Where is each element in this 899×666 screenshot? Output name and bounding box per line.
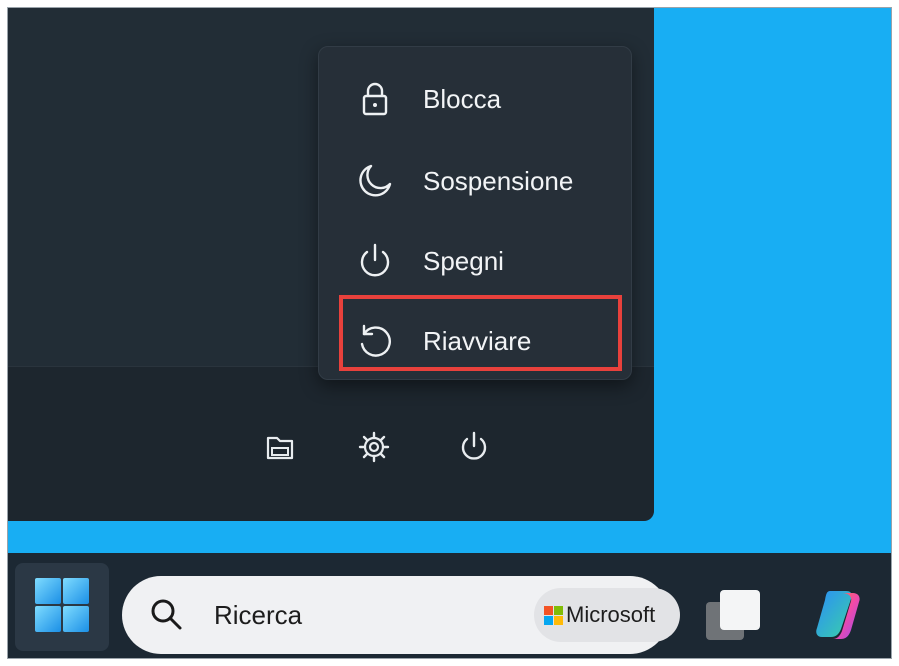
desktop: Blocca Sospensione Spegni Riavviare Rice…: [7, 7, 892, 659]
search-placeholder: Ricerca: [214, 600, 303, 630]
start-menu-footer: [8, 366, 654, 521]
highlight-box: [339, 295, 622, 371]
menu-item-shutdown[interactable]: Spegni: [333, 227, 617, 295]
task-view-icon[interactable]: [702, 586, 766, 646]
menu-item-label: Blocca: [423, 83, 502, 114]
power-icon: [353, 239, 397, 283]
microsoft-logo-icon: [544, 606, 563, 625]
lock-icon: [353, 77, 397, 121]
file-explorer-icon[interactable]: [258, 425, 302, 469]
power-icon[interactable]: [452, 425, 496, 469]
moon-icon: [353, 159, 397, 203]
microsoft-label: Microsoft: [566, 602, 656, 627]
menu-item-lock[interactable]: Blocca: [333, 65, 617, 133]
copilot-icon[interactable]: [810, 583, 874, 647]
settings-gear-icon[interactable]: [352, 425, 396, 469]
menu-item-sleep[interactable]: Sospensione: [333, 147, 617, 215]
windows-logo-icon: [33, 576, 91, 639]
search-icon: [151, 599, 182, 630]
menu-item-label: Spegni: [423, 245, 504, 276]
start-button[interactable]: [15, 563, 109, 651]
menu-item-label: Sospensione: [423, 165, 574, 196]
taskbar: Ricerca Microsoft: [8, 553, 891, 658]
microsoft-search-badge[interactable]: Microsoft: [534, 588, 680, 642]
search-box[interactable]: Ricerca Microsoft: [122, 576, 680, 654]
